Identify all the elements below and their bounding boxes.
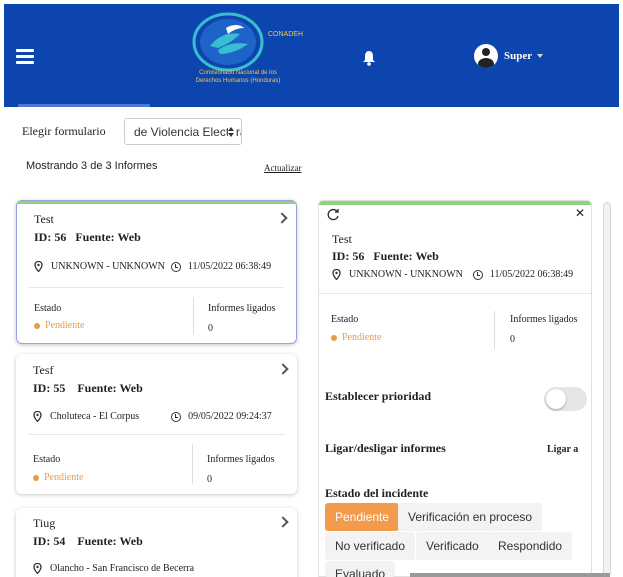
location-pin-icon <box>33 411 42 422</box>
card-vdivider <box>192 444 193 484</box>
state-option-pendiente[interactable]: Pendiente <box>325 503 400 531</box>
detail-datetime: 11/05/2022 06:38:49 <box>489 269 574 280</box>
report-id-source: ID: 56 Fuente: Web <box>34 230 141 245</box>
detail-linked-count: 0 <box>510 334 515 345</box>
card-status-bar <box>17 201 296 204</box>
detail-status-label: Estado <box>331 314 359 325</box>
status-dot <box>34 322 40 329</box>
priority-label: Establecer prioridad <box>325 389 432 403</box>
horizontal-scrollbar[interactable] <box>410 573 610 577</box>
logo-text: Comisionado Nacional de los Derechos Hum… <box>195 70 281 84</box>
select-arrows-icon <box>228 127 236 137</box>
menu-icon[interactable] <box>16 49 34 64</box>
form-selector-row: Elegir formulario de Violencia Electoral <box>22 118 242 145</box>
card-vdivider <box>193 297 194 335</box>
state-option-verificado[interactable]: Verificado <box>416 532 489 560</box>
detail-id-source: ID: 56 Fuente: Web <box>332 249 439 264</box>
clock-icon <box>171 411 182 422</box>
report-card[interactable]: Test ID: 56 Fuente: Web UNKNOWN - UNKNOW… <box>16 200 297 344</box>
linked-count: 0 <box>208 323 213 334</box>
detail-status-badge: Pendiente <box>331 332 381 343</box>
report-source: Fuente: Web <box>75 230 141 244</box>
detail-scrollbar[interactable] <box>603 202 611 577</box>
status-label: Estado <box>34 303 62 314</box>
user-menu[interactable]: Super <box>474 44 544 68</box>
report-title: Tiug <box>33 516 56 530</box>
detail-id: ID: 56 <box>332 249 365 263</box>
detail-location: UNKNOWN - UNKNOWN <box>349 269 463 280</box>
detail-status-value: Pendiente <box>342 332 382 343</box>
report-id-source: ID: 55 Fuente: Web <box>33 381 143 396</box>
report-datetime: 11/05/2022 06:38:49 <box>187 261 272 272</box>
location-pin-icon <box>332 269 341 280</box>
state-option-respondido[interactable]: Respondido <box>488 532 573 560</box>
priority-toggle[interactable] <box>544 387 587 411</box>
state-option-verificacion[interactable]: Verificación en proceso <box>398 503 543 531</box>
user-name: Super <box>504 50 533 62</box>
conadeh-logo: CONADEH Comisionado Nacional de los Dere… <box>188 10 303 102</box>
report-id-source: ID: 54 Fuente: Web <box>33 534 143 549</box>
close-icon[interactable]: ✕ <box>575 206 585 220</box>
status-badge: Pendiente <box>33 472 83 483</box>
detail-summary: ✕ Test ID: 56 Fuente: Web UNKNOWN - UNKN… <box>319 201 591 294</box>
report-id: ID: 56 <box>34 230 67 244</box>
state-option-no-verificado[interactable]: No verificado <box>325 532 416 560</box>
linked-label: Informes ligados <box>207 454 275 465</box>
link-reports-label: Ligar/desligar informes <box>325 441 446 455</box>
location-pin-icon <box>33 563 42 574</box>
chevron-right-icon[interactable] <box>277 363 289 375</box>
bell-icon[interactable] <box>362 50 376 66</box>
linked-label: Informes ligados <box>208 303 276 314</box>
results-count: Mostrando 3 de 3 Informes <box>26 160 158 172</box>
report-card[interactable]: Tesf ID: 55 Fuente: Web Choluteca - El C… <box>16 354 297 494</box>
detail-meta: UNKNOWN - UNKNOWN 11/05/2022 06:38:49 <box>332 269 573 280</box>
status-label: Estado <box>33 454 61 465</box>
active-tab-indicator <box>18 104 150 107</box>
status-value: Pendiente <box>44 472 84 483</box>
form-select[interactable]: de Violencia Electoral <box>124 118 242 145</box>
detail-source: Fuente: Web <box>373 249 439 263</box>
refresh-icon[interactable] <box>327 208 340 221</box>
report-datetime: 09/05/2022 09:24:37 <box>188 411 272 422</box>
card-divider <box>29 287 284 288</box>
report-location: Choluteca - El Corpus <box>50 411 140 422</box>
logo-acronym: CONADEH <box>268 31 304 38</box>
linked-count: 0 <box>207 474 212 485</box>
report-title: Tesf <box>33 363 54 377</box>
chevron-down-icon <box>537 54 544 58</box>
location-pin-icon <box>34 261 43 272</box>
report-source: Fuente: Web <box>77 381 143 395</box>
app-header: CONADEH Comisionado Nacional de los Dere… <box>4 4 619 107</box>
link-to-button[interactable]: Ligar a <box>547 444 578 455</box>
state-option-evaluado[interactable]: Evaluado <box>325 561 396 577</box>
report-id: ID: 54 <box>33 534 66 548</box>
card-divider <box>28 434 285 435</box>
status-dot <box>331 334 337 341</box>
report-location: UNKNOWN - UNKNOWN <box>51 261 165 272</box>
report-title: Test <box>34 212 54 226</box>
report-meta: Olancho - San Francisco de Becerra <box>33 563 194 574</box>
chevron-right-icon[interactable] <box>276 212 288 224</box>
report-card[interactable]: Tiug ID: 54 Fuente: Web Olancho - San Fr… <box>16 508 297 577</box>
report-source: Fuente: Web <box>77 534 143 548</box>
clock-icon <box>170 261 181 272</box>
chevron-right-icon[interactable] <box>277 516 289 528</box>
form-select-value: de Violencia Electoral <box>134 124 242 139</box>
form-label: Elegir formulario <box>22 124 106 138</box>
status-dot <box>33 474 39 481</box>
report-meta: UNKNOWN - UNKNOWN 11/05/2022 06:38:49 <box>34 261 271 272</box>
detail-title: Test <box>332 232 352 246</box>
detail-linked-label: Informes ligados <box>510 314 578 325</box>
status-badge: Pendiente <box>34 320 84 331</box>
clock-icon <box>472 269 483 280</box>
report-location: Olancho - San Francisco de Becerra <box>50 563 195 574</box>
report-id: ID: 55 <box>33 381 66 395</box>
report-meta: Choluteca - El Corpus 09/05/2022 09:24:3… <box>33 411 272 422</box>
incident-state-label: Estado del incidente <box>325 486 429 500</box>
status-value: Pendiente <box>45 320 85 331</box>
avatar <box>474 44 498 68</box>
refresh-link[interactable]: Actualizar <box>264 163 301 173</box>
detail-vdivider <box>494 311 495 349</box>
